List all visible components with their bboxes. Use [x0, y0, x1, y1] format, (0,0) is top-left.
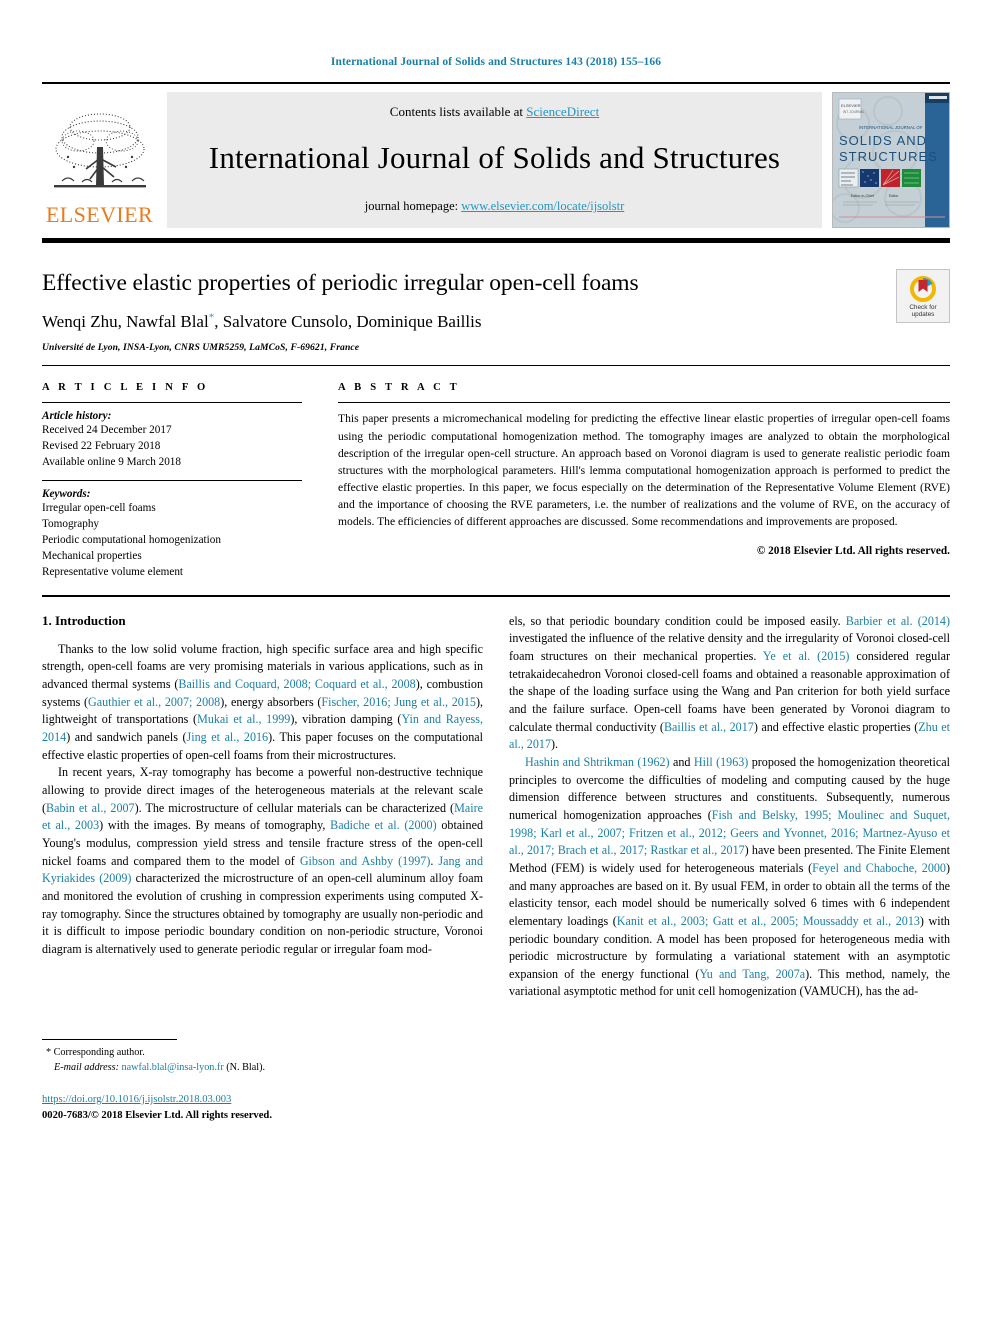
left-column: 1. Introduction Thanks to the low solid … — [42, 613, 483, 1124]
paper-page: International Journal of Solids and Stru… — [0, 0, 992, 1323]
citation-link[interactable]: Feyel and Chaboche, 2000 — [812, 861, 946, 875]
cover-artwork: ELSEVIER INT. JOURNAL INTERNATIONAL JOUR… — [833, 93, 949, 227]
info-abstract-section: A R T I C L E I N F O Article history: R… — [42, 382, 950, 580]
abstract-heading: A B S T R A C T — [338, 382, 460, 394]
journal-title: International Journal of Solids and Stru… — [208, 140, 781, 176]
keyword-item: Irregular open-cell foams — [42, 502, 156, 515]
elsevier-logo: ELSEVIER — [42, 92, 157, 228]
contents-prefix: Contents lists available at — [389, 104, 527, 119]
email-link[interactable]: nawfal.blal@insa-lyon.fr — [122, 1062, 224, 1073]
corresponding-author-text: Corresponding author. — [53, 1047, 145, 1059]
footnote-block: * Corresponding author. E-mail address: … — [42, 1039, 483, 1123]
authors-part-2: , Salvatore Cunsolo, Dominique Baillis — [214, 312, 482, 332]
citation-link[interactable]: Barbier et al. (2014) — [846, 614, 950, 628]
doi-link[interactable]: https://doi.org/10.1016/j.ijsolstr.2018.… — [42, 1094, 231, 1105]
citation-link[interactable]: Badiche et al. (2000) — [330, 818, 436, 832]
author-list: Wenqi Zhu, Nawfal Blal*, Salvatore Cunso… — [42, 311, 950, 332]
journal-masthead: ELSEVIER Contents lists available at Sci… — [42, 82, 950, 228]
elsevier-wordmark: ELSEVIER — [45, 202, 154, 227]
keyword-item: Tomography — [42, 518, 100, 531]
history-revised: Revised 22 February 2018 — [42, 440, 161, 453]
abstract-copyright: © 2018 Elsevier Ltd. All rights reserved… — [756, 544, 950, 557]
abstract-bottom-rule — [42, 594, 950, 597]
paragraph: els, so that periodic boundary condition… — [509, 613, 950, 752]
citation-link[interactable]: Gauthier et al., 2007; 2008 — [88, 695, 220, 709]
homepage-prefix: journal homepage: — [364, 199, 462, 213]
crossmark-icon — [910, 275, 936, 302]
abstract-rule — [338, 402, 950, 404]
running-head: International Journal of Solids and Stru… — [330, 56, 662, 68]
svg-text:ELSEVIER: ELSEVIER — [841, 103, 861, 108]
citation-link[interactable]: Hill (1963) — [694, 755, 748, 769]
affiliation: Université de Lyon, INSA-Lyon, CNRS UMR5… — [42, 342, 360, 354]
citation-link[interactable]: Gibson and Ashby (1997) — [300, 854, 431, 868]
article-info-rule — [42, 402, 302, 404]
citation-link[interactable]: Baillis and Coquard, 2008; Coquard et al… — [178, 677, 415, 691]
section-heading-introduction: 1. Introduction — [42, 612, 126, 628]
history-received: Received 24 December 2017 — [42, 424, 172, 437]
citation-link[interactable]: Mukai et al., 1999 — [197, 712, 290, 726]
citation-link[interactable]: Fischer, 2016; Jung et al., 2015 — [321, 695, 476, 709]
masthead-center-panel: Contents lists available at ScienceDirec… — [167, 92, 822, 228]
keywords-label: Keywords: — [42, 488, 91, 501]
contents-available-line: Contents lists available at ScienceDirec… — [177, 104, 812, 120]
masthead-bottom-rule — [42, 238, 950, 243]
title-bottom-rule — [42, 365, 950, 367]
email-owner: (N. Blal). — [226, 1061, 266, 1073]
article-info-heading: A R T I C L E I N F O — [42, 382, 209, 394]
crossmark-line1: Check for — [909, 303, 937, 311]
corresponding-author-note: * Corresponding author. — [42, 1046, 483, 1061]
elsevier-tree-icon — [53, 113, 146, 188]
footnote-star: * — [46, 1047, 52, 1059]
history-available-online: Available online 9 March 2018 — [42, 456, 181, 469]
journal-homepage-line: journal homepage: www.elsevier.com/locat… — [177, 199, 812, 214]
citation-link[interactable]: Fish and Belsky, 1995; Moulinec and Suqu… — [509, 808, 950, 857]
footnote-rule — [42, 1039, 177, 1041]
svg-text:INTERNATIONAL JOURNAL OF: INTERNATIONAL JOURNAL OF — [859, 125, 923, 130]
article-history-label: Article history: — [42, 410, 112, 423]
svg-text:Editor: Editor — [889, 194, 899, 198]
right-column: els, so that periodic boundary condition… — [509, 613, 950, 1124]
citation-link[interactable]: Kanit et al., 2003; Gatt et al., 2005; M… — [617, 914, 920, 928]
keywords-rule — [42, 480, 302, 482]
sciencedirect-link[interactable]: ScienceDirect — [526, 104, 599, 119]
body-columns: 1. Introduction Thanks to the low solid … — [42, 613, 950, 1124]
title-block: Check for updates Effective elastic prop… — [42, 269, 950, 353]
issn-copyright: 0020-7683/© 2018 Elsevier Ltd. All right… — [42, 1109, 272, 1121]
page-title: Effective elastic properties of periodic… — [42, 270, 639, 296]
paragraph: In recent years, X-ray tomography has be… — [42, 765, 483, 956]
citation-link[interactable]: Baillis et al., 2017 — [664, 720, 754, 734]
authors-part-1: Wenqi Zhu, Nawfal Blal — [42, 312, 209, 332]
journal-cover-thumbnail: ELSEVIER INT. JOURNAL INTERNATIONAL JOUR… — [832, 92, 950, 228]
doi-block: https://doi.org/10.1016/j.ijsolstr.2018.… — [42, 1092, 483, 1124]
svg-text:Editor-in-Chief: Editor-in-Chief — [851, 194, 874, 198]
paragraph: Hashin and Shtrikman (1962) and Hill (19… — [509, 754, 951, 999]
svg-text:SOLIDS AND: SOLIDS AND — [839, 133, 927, 148]
keyword-item: Mechanical properties — [42, 549, 142, 562]
keyword-item: Periodic computational homogenization — [42, 533, 221, 546]
svg-text:INT. JOURNAL: INT. JOURNAL — [843, 110, 865, 114]
citation-link[interactable]: Ye et al. (2015) — [763, 649, 850, 663]
journal-homepage-link[interactable]: www.elsevier.com/locate/ijsolstr — [461, 199, 624, 213]
citation-link[interactable]: Babin et al., 2007 — [46, 801, 135, 815]
crossmark-line2: updates — [911, 311, 935, 318]
citation-link[interactable]: Hashin and Shtrikman (1962) — [525, 755, 670, 769]
paragraph: Thanks to the low solid volume fraction,… — [42, 641, 484, 762]
article-info-column: A R T I C L E I N F O Article history: R… — [42, 382, 302, 580]
citation-link[interactable]: Yu and Tang, 2007a — [699, 967, 805, 981]
abstract-column: A B S T R A C T This paper presents a mi… — [338, 382, 950, 580]
citation-link[interactable]: Jing et al., 2016 — [187, 730, 269, 744]
email-label: E-mail address: — [54, 1061, 119, 1073]
keyword-item: Representative volume element — [42, 565, 184, 578]
crossmark-badge[interactable]: Check for updates — [896, 269, 950, 323]
svg-text:STRUCTURES: STRUCTURES — [839, 149, 938, 164]
email-note: E-mail address: nawfal.blal@insa-lyon.fr… — [42, 1061, 483, 1076]
abstract-body: This paper presents a micromechanical mo… — [338, 412, 950, 529]
